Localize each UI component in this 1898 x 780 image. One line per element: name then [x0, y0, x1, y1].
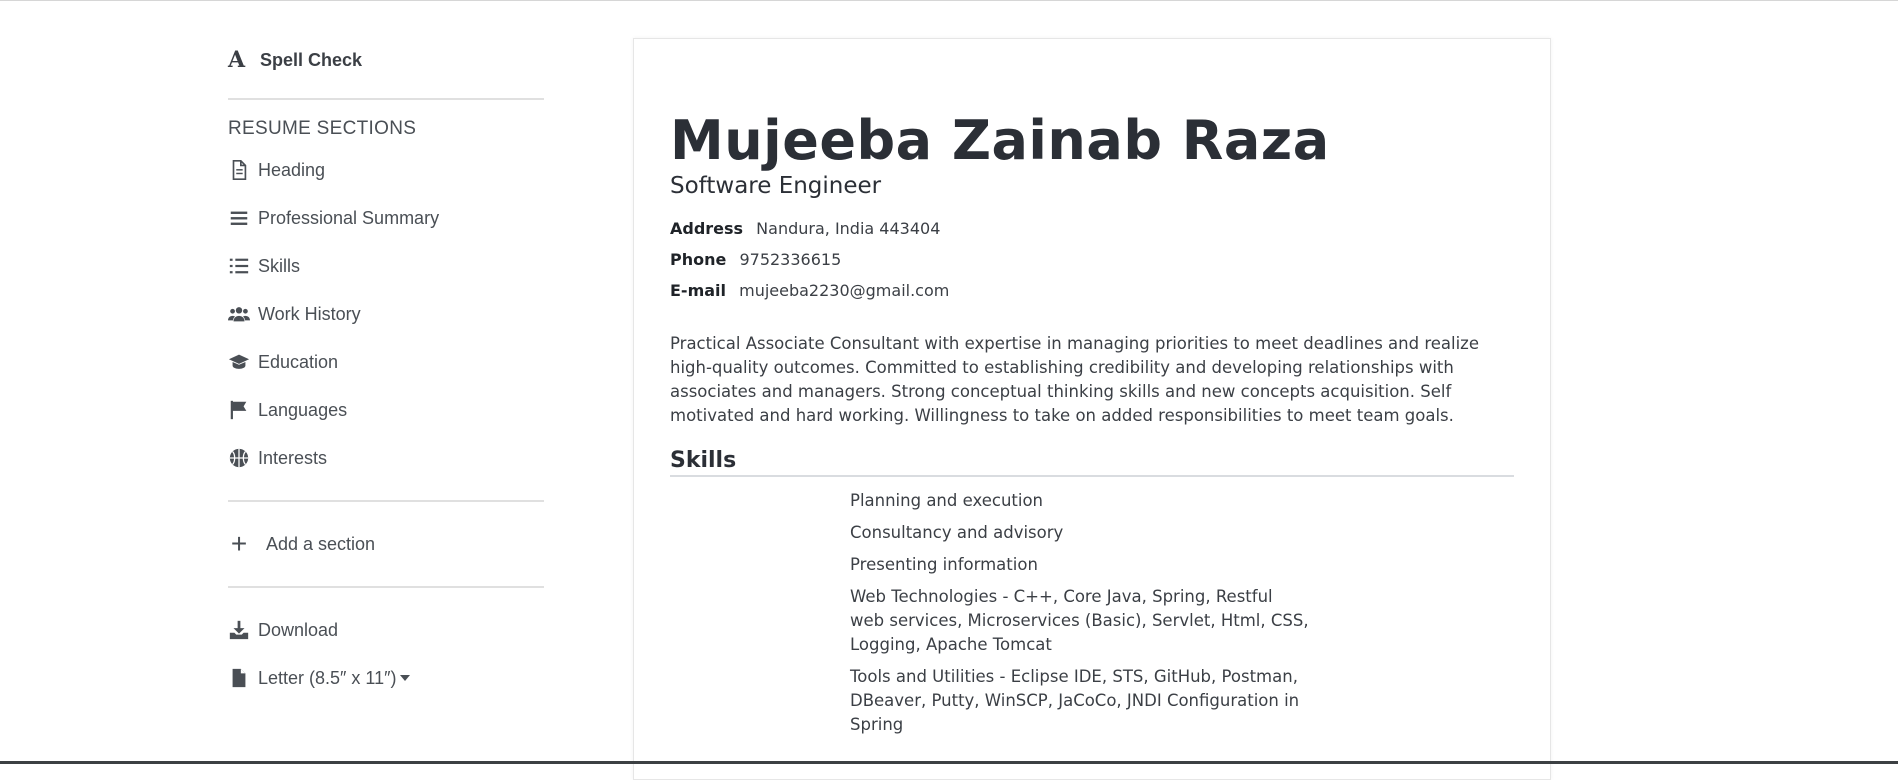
address-label: Address	[670, 219, 744, 238]
professional-summary: Practical Associate Consultant with expe…	[670, 334, 1479, 425]
divider	[228, 98, 544, 100]
email-value: mujeeba2230@gmail.com	[739, 281, 950, 300]
sidebar-item-professional-summary[interactable]: Professional Summary	[228, 194, 544, 242]
resume-job-title: Software Engineer	[670, 173, 882, 199]
contact-block: Address Nandura, India 443404 Phone 9752…	[670, 213, 1514, 306]
add-section-button[interactable]: + Add a section	[228, 520, 544, 568]
top-border	[0, 0, 1898, 1]
sidebar-item-label: Work History	[258, 303, 361, 324]
skill-item: Web Technologies - C++, Core Java, Sprin…	[850, 587, 1309, 654]
spell-check-label: Spell Check	[260, 49, 363, 70]
phone-line: Phone 9752336615	[670, 244, 1514, 275]
basketball-icon	[228, 447, 250, 469]
skill-item: Consultancy and advisory	[850, 523, 1064, 542]
skills-heading: Skills	[670, 448, 1514, 477]
sidebar-item-work-history[interactable]: Work History	[228, 290, 544, 338]
sidebar: A Spell Check RESUME SECTIONS Heading Pr…	[228, 40, 544, 702]
document-icon	[228, 159, 250, 181]
sidebar-item-label: Skills	[258, 255, 301, 276]
skill-item: Tools and Utilities - Eclipse IDE, STS, …	[850, 667, 1300, 734]
skill-item: Planning and execution	[850, 491, 1044, 510]
graduation-cap-icon	[228, 351, 250, 373]
phone-label: Phone	[670, 250, 727, 269]
resume-preview[interactable]: Mujeeba Zainab Raza Software Engineer Ad…	[633, 38, 1551, 780]
flag-icon	[228, 399, 250, 421]
sidebar-item-label: Professional Summary	[258, 207, 440, 228]
sidebar-item-interests[interactable]: Interests	[228, 434, 544, 482]
plus-icon: +	[230, 528, 248, 559]
divider	[228, 586, 544, 588]
sidebar-item-skills[interactable]: Skills	[228, 242, 544, 290]
email-line: E-mail mujeeba2230@gmail.com	[670, 275, 1514, 306]
sidebar-item-languages[interactable]: Languages	[228, 386, 544, 434]
sidebar-item-label: Heading	[258, 159, 326, 180]
address-value: Nandura, India 443404	[756, 219, 941, 238]
file-icon	[228, 667, 250, 689]
resume-name: Mujeeba Zainab Raza	[670, 109, 1330, 172]
address-line: Address Nandura, India 443404	[670, 213, 1514, 244]
spell-check-button[interactable]: A Spell Check	[228, 40, 544, 80]
download-label: Download	[258, 619, 339, 640]
sidebar-item-label: Languages	[258, 399, 348, 420]
download-button[interactable]: Download	[228, 606, 544, 654]
phone-value: 9752336615	[739, 250, 842, 269]
users-icon	[228, 303, 250, 325]
download-icon	[228, 619, 250, 641]
sidebar-item-label: Education	[258, 351, 339, 372]
paper-size-label: Letter (8.5″ x 11″)	[258, 667, 397, 688]
spell-check-icon: A	[228, 47, 246, 73]
sidebar-item-label: Interests	[258, 447, 328, 468]
paper-size-dropdown[interactable]: Letter (8.5″ x 11″)	[228, 654, 544, 702]
lines-icon	[228, 207, 250, 229]
add-section-label: Add a section	[266, 533, 376, 554]
list-icon	[228, 255, 250, 277]
caret-down-icon	[400, 675, 411, 681]
skill-item: Presenting information	[850, 555, 1038, 574]
skills-list: Planning and execution Consultancy and a…	[850, 489, 1310, 737]
sidebar-item-education[interactable]: Education	[228, 338, 544, 386]
divider	[228, 500, 544, 502]
resume-sections-heading: RESUME SECTIONS	[228, 118, 417, 139]
resume-document: Mujeeba Zainab Raza Software Engineer Ad…	[670, 111, 1514, 745]
sidebar-item-heading[interactable]: Heading	[228, 146, 544, 194]
email-label: E-mail	[670, 281, 727, 300]
